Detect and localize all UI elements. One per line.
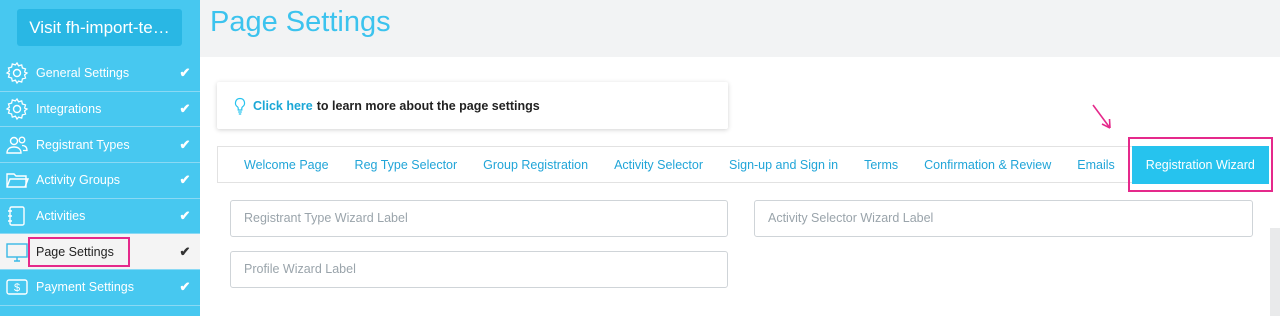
checkmark-icon: ✔ [179, 101, 191, 117]
folder-icon [0, 163, 34, 198]
sidebar-item-label: Payment Settings [36, 280, 134, 295]
tab-registration-wizard[interactable]: Registration Wizard [1127, 137, 1273, 192]
registrant-type-wizard-label-input[interactable]: Registrant Type Wizard Label [230, 200, 728, 237]
tab-reg-type-selector[interactable]: Reg Type Selector [342, 158, 471, 172]
sidebar-item-integrations[interactable]: Integrations ✔ [0, 92, 200, 128]
checkmark-icon: ✔ [179, 136, 191, 152]
sidebar-item-label: Registrant Types [36, 137, 130, 152]
sidebar-item-label: General Settings [36, 66, 130, 81]
sidebar-item-activity-groups[interactable]: Activity Groups ✔ [0, 163, 200, 199]
sidebar: Visit fh-import-te… General Settings ✔ I… [0, 0, 200, 316]
sidebar-item-page-settings[interactable]: Page Settings ✔ [0, 234, 200, 271]
tab-terms[interactable]: Terms [851, 158, 911, 172]
sidebar-item-payment-settings[interactable]: $ Payment Settings ✔ [0, 270, 200, 306]
sidebar-nav: General Settings ✔ Integrations ✔ Regist… [0, 56, 200, 306]
profile-wizard-label-input[interactable]: Profile Wizard Label [230, 251, 728, 288]
tab-emails[interactable]: Emails [1064, 158, 1128, 172]
users-icon [0, 127, 34, 162]
tab-activity-selector[interactable]: Activity Selector [601, 158, 716, 172]
activity-selector-wizard-label-input[interactable]: Activity Selector Wizard Label [754, 200, 1253, 237]
info-banner: Click here to learn more about the page … [217, 82, 728, 129]
annotation-arrow-icon [1092, 104, 1111, 129]
info-text: to learn more about the page settings [316, 98, 540, 113]
tab-registration-wizard-label: Registration Wizard [1131, 145, 1269, 184]
page-title: Page Settings [210, 6, 391, 38]
svg-text:$: $ [14, 282, 20, 294]
visit-site-button[interactable]: Visit fh-import-te… [17, 9, 182, 46]
dollar-icon: $ [0, 270, 34, 305]
sidebar-item-general-settings[interactable]: General Settings ✔ [0, 56, 200, 92]
gear-icon [0, 92, 34, 127]
checkmark-icon: ✔ [179, 279, 191, 295]
checkmark-icon: ✔ [179, 65, 191, 81]
sidebar-item-label: Activities [36, 209, 86, 224]
sidebar-item-registrant-types[interactable]: Registrant Types ✔ [0, 127, 200, 164]
checkmark-icon: ✔ [179, 172, 191, 188]
sidebar-item-label: Activity Groups [36, 173, 121, 188]
sidebar-item-label: Page Settings [28, 236, 130, 267]
page-settings-tabs: Welcome Page Reg Type Selector Group Reg… [217, 137, 1273, 192]
checkmark-icon: ✔ [179, 208, 191, 224]
sidebar-item-activities[interactable]: Activities ✔ [0, 199, 200, 235]
lightbulb-icon [234, 97, 246, 115]
tab-group-registration[interactable]: Group Registration [470, 158, 601, 172]
notebook-icon [0, 199, 34, 234]
sidebar-item-label: Integrations [36, 102, 102, 117]
checkmark-icon: ✔ [179, 243, 191, 259]
tab-welcome-page[interactable]: Welcome Page [218, 158, 342, 172]
gear-icon [0, 56, 34, 91]
tab-confirmation-review[interactable]: Confirmation & Review [911, 158, 1064, 172]
scrollbar[interactable] [1270, 228, 1280, 316]
tab-sign-up-sign-in[interactable]: Sign-up and Sign in [716, 158, 851, 172]
learn-more-link[interactable]: Click here [253, 99, 313, 113]
